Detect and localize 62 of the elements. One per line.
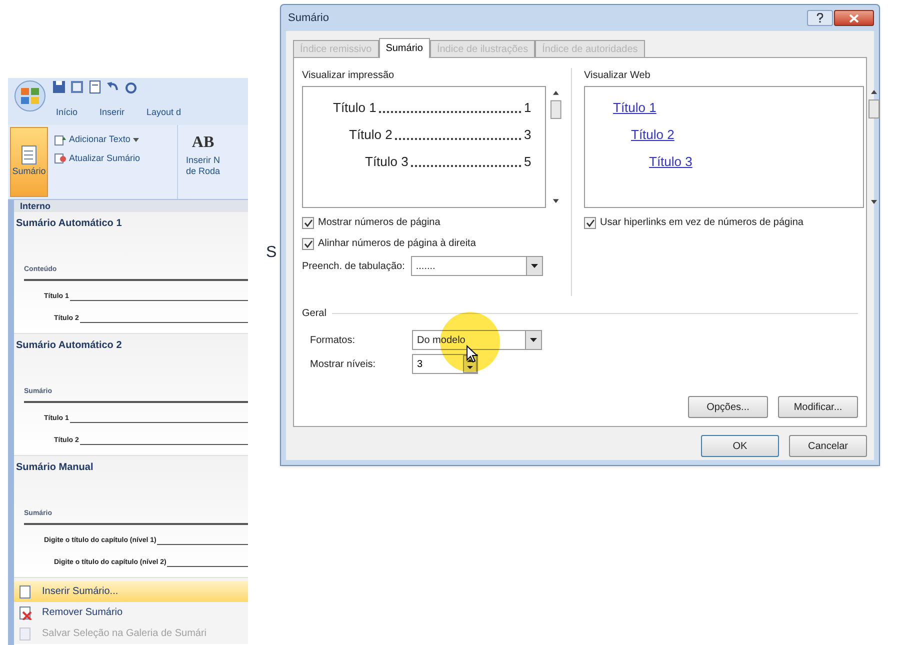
refresh-icon [54, 152, 66, 164]
page-number: 1 [524, 98, 532, 116]
gallery-header: Interno [14, 200, 248, 212]
print-preview-icon [70, 80, 84, 94]
field-label: Formatos: [310, 334, 356, 348]
close-button[interactable] [834, 10, 874, 26]
hyperlink[interactable]: Título 2 [631, 124, 674, 144]
menu-item[interactable]: Remover Sumário [14, 602, 248, 623]
ribbon-label: de Roda [186, 166, 220, 177]
ribbon-tab[interactable]: Início [56, 106, 78, 120]
caret-icon [133, 138, 140, 142]
document-icon [18, 584, 32, 598]
hyperlink[interactable]: Título 3 [649, 152, 692, 171]
help-button[interactable] [807, 10, 833, 26]
close-icon [849, 14, 859, 22]
document-icon [88, 80, 102, 94]
document-delete-icon [18, 606, 32, 620]
dialog-tab[interactable]: Sumário [378, 38, 430, 58]
text-add-icon [54, 134, 66, 146]
dropdown-arrow-icon [530, 338, 537, 342]
dropdown-arrow-icon [530, 264, 538, 268]
save-icon [52, 80, 66, 94]
document-icon [18, 626, 32, 640]
field-label: Preench. de tabulação: [302, 260, 405, 274]
partial-text: S [266, 243, 277, 263]
field-label: Mostrar níveis: [310, 358, 377, 372]
ribbon-command[interactable]: Atualizar Sumário [54, 152, 177, 165]
section-label: Visualizar Web [584, 69, 652, 83]
check-icon [304, 240, 312, 248]
dialog-button[interactable]: Opções... [688, 396, 768, 418]
ribbon-tab[interactable]: Layout d [146, 106, 182, 120]
toc-entry: Título 1 [333, 98, 376, 116]
group-label: Geral [302, 307, 326, 321]
check-icon [304, 218, 312, 226]
ribbon-tab[interactable]: Inserir [100, 106, 125, 120]
cursor-icon [466, 345, 478, 363]
page-number: 3 [524, 126, 532, 144]
ab-glyph: AB [192, 133, 214, 153]
checkbox-label: Usar hiperlinks em vez de números de página [600, 216, 804, 230]
dialog-button[interactable]: Cancelar [789, 435, 867, 457]
checkbox-label: Mostrar números de página [318, 216, 440, 230]
checkbox[interactable] [584, 216, 596, 228]
dialog-button[interactable]: Modificar... [778, 396, 858, 418]
checkbox[interactable] [302, 216, 314, 228]
hyperlink[interactable]: Título 1 [613, 98, 656, 117]
dialog-button[interactable]: OK [701, 435, 779, 457]
toc-entry: Título 2 [349, 126, 392, 144]
page-number: 5 [524, 152, 532, 170]
help-icon [816, 13, 824, 23]
ribbon-label: Inserir N [186, 155, 220, 166]
checkbox[interactable] [302, 238, 314, 250]
document-icon [21, 145, 37, 166]
ribbon-command[interactable]: Adicionar Texto [54, 133, 177, 146]
toc-entry: Título 3 [365, 152, 408, 170]
menu-item[interactable]: Inserir Sumário... [14, 581, 248, 602]
window-title: Sumário [287, 10, 329, 26]
toc-button[interactable]: Sumário [10, 127, 48, 197]
office-button-icon [12, 80, 48, 112]
section-label: Visualizar impressão [302, 69, 396, 83]
checkbox-label: Alinhar números de página à direita [318, 237, 476, 251]
check-icon [586, 218, 594, 226]
dropdown[interactable]: ....... [410, 256, 543, 276]
